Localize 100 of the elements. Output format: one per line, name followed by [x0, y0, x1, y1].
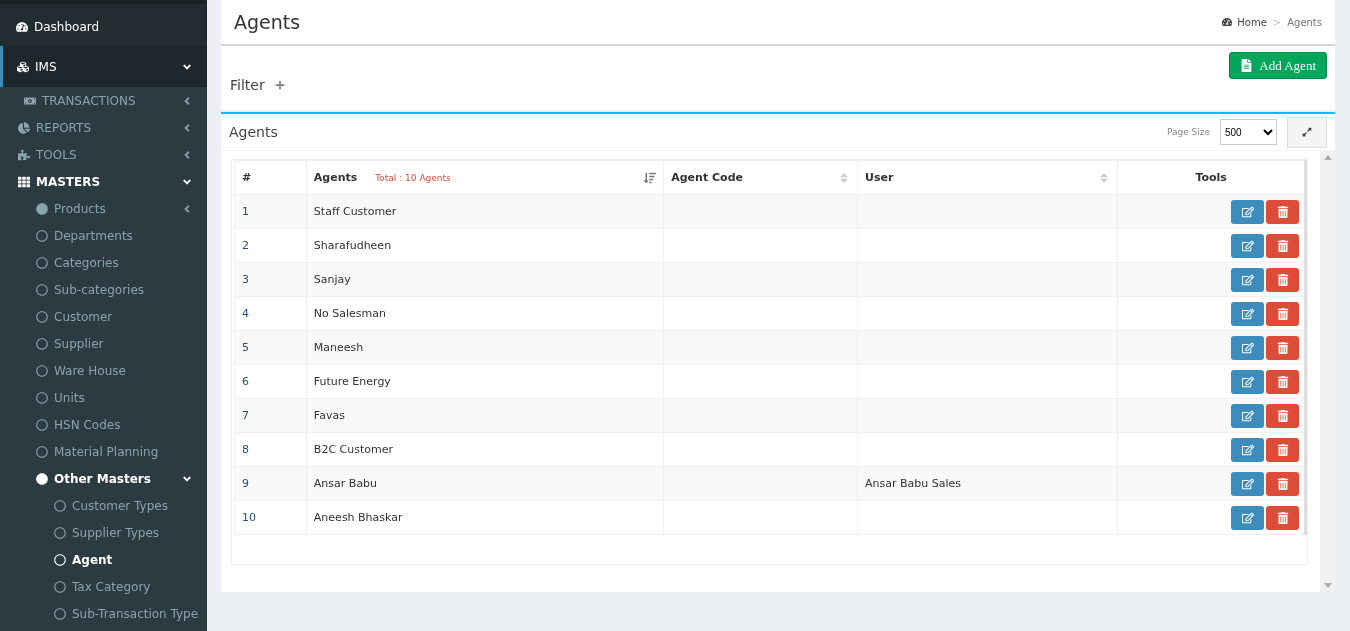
plus-icon[interactable]: [274, 80, 285, 90]
agent-name: Favas: [306, 398, 664, 433]
sidebar-item[interactable]: IMS: [0, 46, 207, 87]
cubes-icon: [17, 60, 29, 73]
edit-icon: [1241, 511, 1254, 524]
sort-descending-icon[interactable]: [644, 171, 657, 184]
edit-button[interactable]: [1231, 199, 1264, 224]
filter-title: Filter: [230, 77, 265, 93]
agent-name: Future Energy: [306, 364, 664, 399]
edit-icon: [1241, 477, 1254, 490]
column-header: Agent Code: [663, 160, 858, 195]
agent-name: Staff Customer: [306, 194, 664, 229]
delete-button[interactable]: [1266, 471, 1299, 496]
row-number: 7: [234, 398, 307, 433]
row-number: 4: [234, 296, 307, 331]
sidebar-item[interactable]: Supplier Types: [0, 519, 207, 546]
delete-button[interactable]: [1266, 403, 1299, 428]
edit-button[interactable]: [1231, 437, 1264, 462]
sidebar-item[interactable]: Products: [0, 195, 207, 222]
breadcrumb-link[interactable]: Home: [1222, 16, 1267, 28]
delete-button[interactable]: [1266, 437, 1299, 462]
trash-icon: [1276, 511, 1289, 524]
panel-title: Agents: [229, 124, 278, 140]
sidebar-item[interactable]: Material Planning: [0, 438, 207, 465]
page-title: Agents: [234, 11, 301, 33]
trash-icon: [1276, 443, 1289, 456]
sidebar-item[interactable]: Sub-categories: [0, 276, 207, 303]
trash-icon: [1276, 239, 1289, 252]
edit-icon: [1241, 409, 1254, 422]
edit-button[interactable]: [1231, 403, 1264, 428]
sidebar-item[interactable]: Ware House: [0, 357, 207, 384]
agent-name: Aneesh Bhaskar: [306, 500, 664, 535]
scroll-up-icon[interactable]: [1323, 155, 1332, 160]
agent-name: Ansar Babu: [306, 466, 664, 501]
dashboard-icon: [16, 21, 28, 33]
agent-name: Sanjay: [306, 262, 664, 297]
scroll-down-icon[interactable]: [1323, 583, 1332, 588]
puzzle-icon: [18, 148, 30, 161]
edit-button[interactable]: [1231, 505, 1264, 530]
add-agent-button[interactable]: Add Agent: [1229, 52, 1327, 79]
edit-button[interactable]: [1231, 267, 1264, 292]
sidebar-item[interactable]: Tax Category: [0, 573, 207, 600]
sidebar-item[interactable]: Units: [0, 384, 207, 411]
sidebar-item[interactable]: Customer Types: [0, 492, 207, 519]
row-number: 6: [234, 364, 307, 399]
delete-button[interactable]: [1266, 301, 1299, 326]
edit-button[interactable]: [1231, 369, 1264, 394]
trash-icon: [1276, 307, 1289, 320]
trash-icon: [1276, 205, 1289, 218]
trash-icon: [1276, 477, 1289, 490]
user-name: Ansar Babu Sales: [857, 466, 1118, 501]
sidebar-item[interactable]: HSN Codes: [0, 411, 207, 438]
edit-button[interactable]: [1231, 301, 1264, 326]
dashboard-icon: [1222, 17, 1233, 27]
sidebar-item[interactable]: Categories: [0, 249, 207, 276]
row-number: 9: [234, 466, 307, 501]
sidebar-item[interactable]: Departments: [0, 222, 207, 249]
pie-chart-icon: [18, 121, 30, 134]
total-count: Total : 10 Agents: [375, 172, 452, 183]
agent-name: No Salesman: [306, 296, 664, 331]
edit-icon: [1241, 341, 1254, 354]
sidebar-item[interactable]: Agent: [0, 546, 207, 573]
expand-icon: [1302, 127, 1312, 137]
scrollbar[interactable]: [1320, 151, 1335, 592]
edit-icon: [1241, 239, 1254, 252]
row-number: 1: [234, 194, 307, 229]
delete-button[interactable]: [1266, 335, 1299, 360]
delete-button[interactable]: [1266, 233, 1299, 258]
column-header: #: [234, 160, 307, 195]
sidebar-item[interactable]: Sub-Transaction Type: [0, 600, 207, 627]
sidebar-item[interactable]: TRANSACTIONS: [0, 87, 207, 114]
edit-button[interactable]: [1231, 335, 1264, 360]
breadcrumb-current: Agents: [1287, 16, 1322, 28]
column-header: User: [857, 160, 1118, 195]
row-number: 5: [234, 330, 307, 365]
row-number: 8: [234, 432, 307, 467]
delete-button[interactable]: [1266, 267, 1299, 292]
delete-button[interactable]: [1266, 199, 1299, 224]
delete-button[interactable]: [1266, 505, 1299, 530]
edit-icon: [1241, 273, 1254, 286]
row-number: 2: [234, 228, 307, 263]
sidebar-item[interactable]: MASTERS: [0, 168, 207, 195]
trash-icon: [1276, 375, 1289, 388]
sidebar-item[interactable]: Dashboard: [0, 8, 207, 46]
edit-button[interactable]: [1231, 471, 1264, 496]
expand-button[interactable]: [1287, 116, 1327, 148]
sidebar-item[interactable]: REPORTS: [0, 114, 207, 141]
agent-name: Maneesh: [306, 330, 664, 365]
document-icon: [1240, 59, 1254, 72]
edit-icon: [1241, 375, 1254, 388]
edit-button[interactable]: [1231, 233, 1264, 258]
delete-button[interactable]: [1266, 369, 1299, 394]
grid-icon: [18, 175, 30, 188]
breadcrumb-separator: >: [1272, 16, 1282, 28]
sidebar-item[interactable]: Customer: [0, 303, 207, 330]
sidebar-item[interactable]: TOOLS: [0, 141, 207, 168]
money-icon: [24, 94, 36, 107]
page-size-select[interactable]: 500: [1220, 119, 1277, 145]
sidebar-item[interactable]: Supplier: [0, 330, 207, 357]
sidebar-item[interactable]: Other Masters: [0, 465, 207, 492]
